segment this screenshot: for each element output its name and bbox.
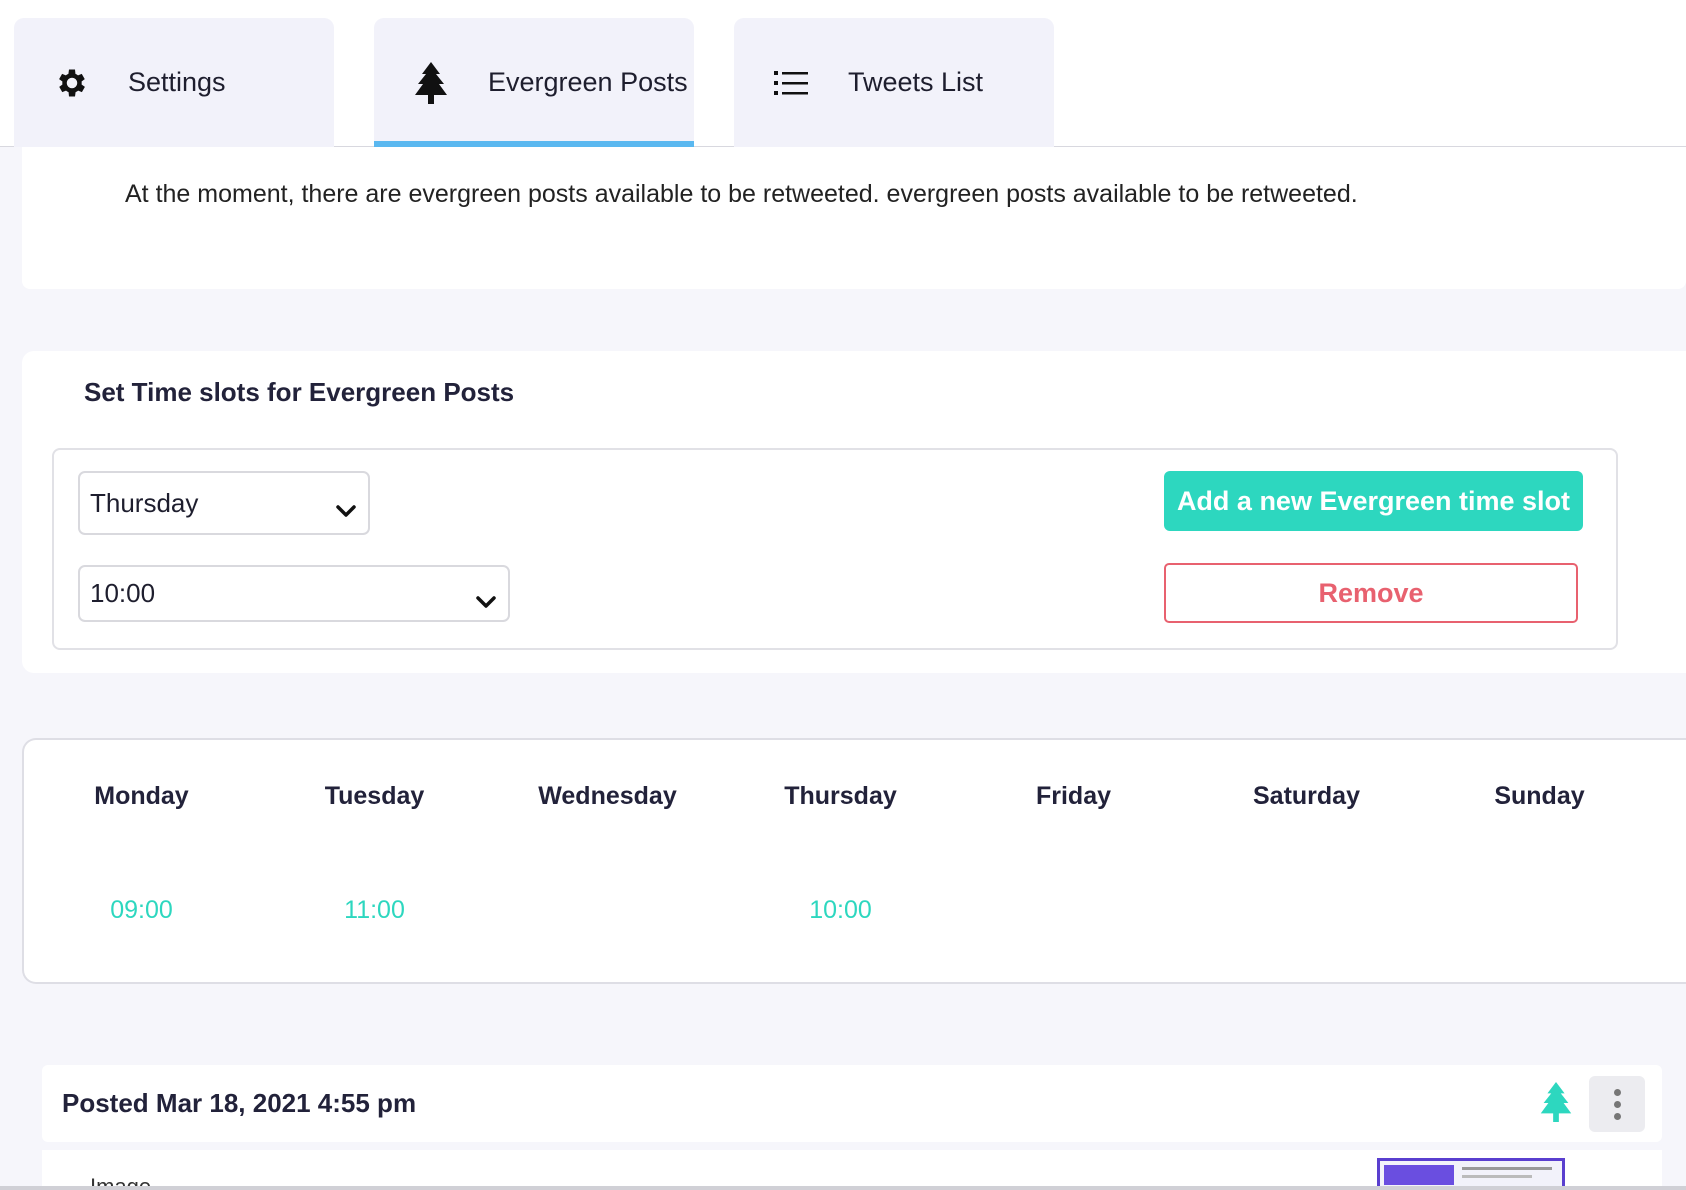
schedule-day: Tuesday — [324, 782, 425, 810]
post-card-body: Image — [42, 1150, 1662, 1190]
schedule-day: Thursday — [784, 782, 897, 810]
dot-icon — [1613, 1088, 1621, 1096]
tree-icon — [414, 61, 478, 104]
evergreen-count-text: At the moment, there are evergreen posts… — [125, 180, 1358, 208]
time-select-value: 10:00 — [90, 578, 156, 608]
tab-settings-label: Settings — [128, 67, 226, 97]
schedule-column-thursday: Thursday 10:00 — [724, 740, 957, 986]
schedule-column-monday: Monday 09:00 — [25, 740, 258, 986]
schedule-column-tuesday: Tuesday 11:00 — [258, 740, 491, 986]
time-slots-form: Thursday 10:00 Add a new Evergreen time … — [52, 448, 1618, 650]
info-card: At the moment, there are evergreen posts… — [22, 147, 1686, 289]
schedule-time[interactable]: 11:00 — [258, 896, 491, 925]
thumbnail-graphic — [1462, 1167, 1552, 1170]
post-card-header: Posted Mar 18, 2021 4:55 pm — [42, 1065, 1662, 1142]
schedule-time[interactable]: 09:00 — [25, 896, 258, 925]
weekly-schedule: Monday 09:00 Tuesday 11:00 Wednesday Thu… — [22, 738, 1686, 984]
list-icon — [774, 69, 838, 97]
chevron-down-icon — [336, 495, 356, 526]
add-time-slot-button[interactable]: Add a new Evergreen time slot — [1164, 471, 1583, 531]
schedule-day: Monday — [94, 782, 189, 810]
tab-settings[interactable]: Settings — [14, 18, 334, 147]
divider — [0, 1186, 1686, 1190]
more-options-button[interactable] — [1589, 1076, 1645, 1132]
tab-evergreen-posts[interactable]: Evergreen Posts — [374, 18, 694, 147]
tab-tweets-list[interactable]: Tweets List — [734, 18, 1054, 147]
evergreen-tree-icon[interactable] — [1539, 1082, 1573, 1127]
time-select[interactable]: 10:00 — [78, 565, 510, 622]
day-select-value: Thursday — [90, 487, 199, 518]
dot-icon — [1613, 1112, 1621, 1120]
schedule-column-saturday: Saturday — [1190, 740, 1423, 986]
thumbnail-graphic — [1462, 1175, 1532, 1178]
gear-icon — [54, 65, 118, 101]
schedule-column-wednesday: Wednesday — [491, 740, 724, 986]
tab-tweets-list-label: Tweets List — [848, 67, 984, 97]
schedule-day: Friday — [1035, 782, 1112, 810]
schedule-time[interactable]: 10:00 — [724, 896, 957, 925]
chevron-down-icon — [476, 586, 496, 617]
schedule-column-friday: Friday — [957, 740, 1190, 986]
schedule-day: Saturday — [1253, 782, 1360, 810]
schedule-day: Sunday — [1494, 782, 1585, 810]
day-select[interactable]: Thursday — [78, 471, 370, 535]
time-slots-card: Set Time slots for Evergreen Posts Thurs… — [22, 351, 1686, 673]
post-date: Posted Mar 18, 2021 4:55 pm — [62, 1088, 417, 1118]
tab-evergreen-posts-label: Evergreen Posts — [488, 67, 688, 97]
tab-bar: Settings Evergreen Posts Tweets List — [0, 0, 1686, 147]
time-slots-title: Set Time slots for Evergreen Posts — [84, 377, 515, 407]
dot-icon — [1613, 1100, 1621, 1108]
schedule-day: Wednesday — [538, 782, 677, 810]
remove-button[interactable]: Remove — [1164, 563, 1578, 623]
schedule-column-sunday: Sunday — [1423, 740, 1656, 986]
thumbnail-graphic — [1384, 1165, 1454, 1185]
